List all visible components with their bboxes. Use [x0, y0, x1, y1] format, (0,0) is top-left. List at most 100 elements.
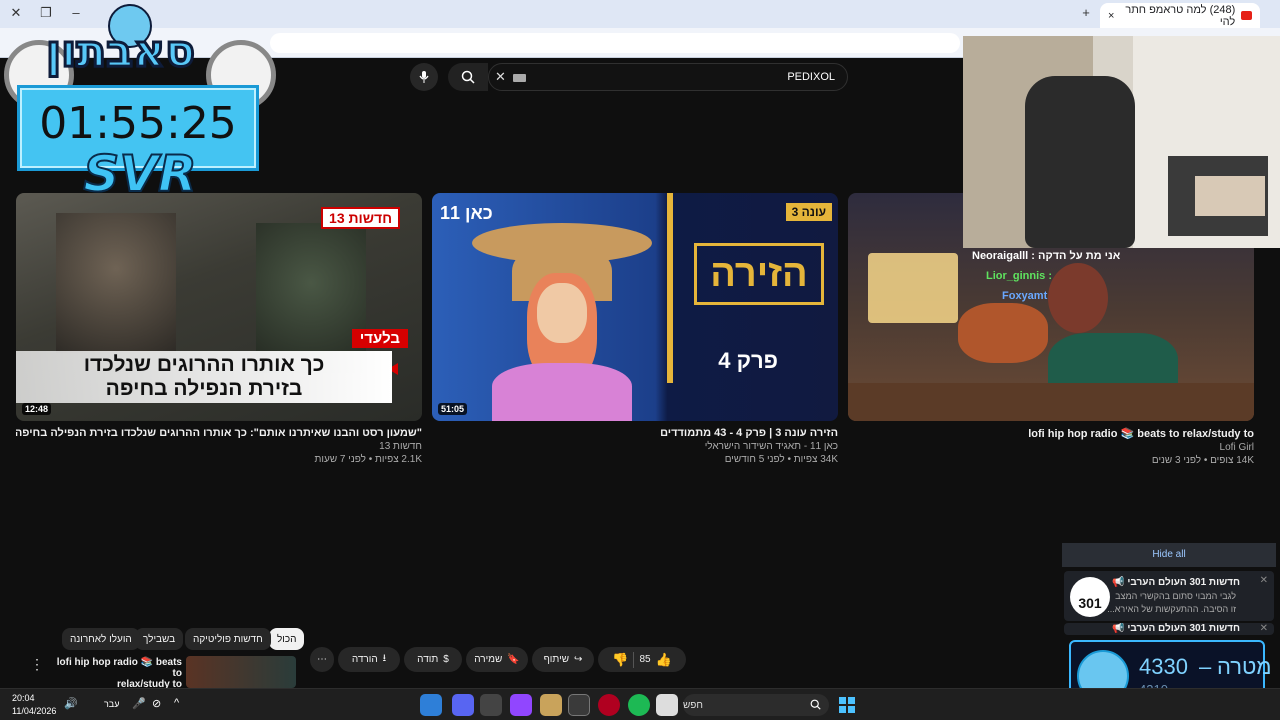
minimize-window-button[interactable]: – [66, 4, 86, 22]
new-tab-button[interactable]: + [1076, 4, 1096, 22]
video-card-2[interactable]: כאן 11 עונה 3 הזירה פרק 4 51:05 הזירה עו… [432, 193, 838, 465]
bookmark-icon: 🔖 [507, 654, 520, 665]
chat-line-3: Foxyamt [1002, 290, 1048, 302]
browser-tab-strip: ✕ ❐ – + × (248) למה טראמפ חתר להי [0, 0, 1280, 28]
tray-chevron-icon[interactable]: ^ [174, 697, 179, 709]
video-title[interactable]: "שמעון רסט והבנו שאיתרנו אותם": כך אותרו… [16, 427, 422, 439]
notification-title: חדשות 301 העולם הערבי 📢 [1112, 623, 1240, 634]
like-count: 85 [639, 654, 651, 665]
chat-line-2: Lior_ginnis : [986, 270, 1052, 282]
taskbar-app-3-icon[interactable] [480, 694, 502, 716]
close-window-button[interactable]: ✕ [6, 4, 26, 22]
video-thumbnail[interactable]: כאן 11 עונה 3 הזירה פרק 4 51:05 [432, 193, 838, 421]
close-tab-icon[interactable]: × [1108, 10, 1114, 22]
stream-logo: סאבתון [44, 25, 196, 79]
video-meta: 34K צפיות • לפני 5 חודשים [724, 454, 838, 465]
thanks-label: תודה [417, 654, 439, 665]
chip-for-you[interactable]: בשבילך [135, 628, 184, 650]
search-input[interactable]: ✕ PEDIXOL [488, 63, 848, 91]
channel-name[interactable]: כאן 11 - תאגיד השידור הישראלי [432, 441, 838, 452]
more-actions-button[interactable]: ⋯ [310, 647, 334, 672]
twitch-icon[interactable] [510, 694, 532, 716]
video-title[interactable]: lofi hip hop radio 📚 beats to relax/stud… [848, 427, 1254, 440]
notification-panel: Hide all 301 חדשות 301 העולם הערבי 📢 לגב… [1062, 543, 1276, 635]
address-bar[interactable] [270, 33, 960, 53]
chrome-icon[interactable] [568, 694, 590, 716]
keyboard-icon[interactable] [513, 74, 526, 82]
dislike-icon[interactable]: 👎 [612, 652, 628, 668]
next-title-line-1: lofi hip hop radio 📚 beats to [56, 657, 182, 679]
save-button[interactable]: שמירה 🔖 [466, 647, 528, 672]
next-video-menu-icon[interactable]: ⋮ [30, 656, 44, 673]
taskbar-search-text: חפש [683, 699, 703, 711]
channel-badge: כאן 11 [440, 203, 493, 223]
notification-item[interactable]: 301 חדשות 301 העולם הערבי 📢 לגבי המבוי ס… [1064, 571, 1274, 621]
video-meta: 14K צופים • לפני 3 שנים [1151, 455, 1254, 466]
hide-all-button[interactable]: Hide all [1062, 543, 1276, 567]
chip-all[interactable]: הכול [269, 628, 305, 650]
goal-target: 4330 [1139, 654, 1188, 679]
spotify-icon[interactable] [628, 694, 650, 716]
channel-name[interactable]: Lofi Girl [848, 442, 1254, 453]
browser-tab[interactable]: × (248) למה טראמפ חתר להי [1100, 3, 1260, 28]
chip-recently-uploaded[interactable]: הועלו לאחרונה [62, 628, 140, 650]
taskbar-app-5-icon[interactable] [540, 694, 562, 716]
taskbar-app-1-icon[interactable] [420, 694, 442, 716]
save-label: שמירה [474, 654, 503, 665]
windows-start-icon[interactable] [836, 694, 858, 716]
taskbar-date[interactable]: 11/04/2026 [12, 706, 56, 716]
next-video-title[interactable]: lofi hip hop radio 📚 beats to relax/stud… [46, 657, 182, 690]
notification-item-2[interactable]: חדשות 301 העולם הערבי 📢 ✕ [1064, 623, 1274, 635]
news-301-logo: 301 [1070, 577, 1110, 617]
clear-search-icon[interactable]: ✕ [495, 69, 506, 85]
like-dislike-group: 👎 85 👍 [598, 647, 686, 672]
subathon-timer: 01:55:25 [39, 98, 237, 149]
file-explorer-icon[interactable] [656, 694, 678, 716]
svr-badge: SVR [82, 144, 197, 204]
channel-name[interactable]: חדשות 13 [16, 441, 422, 452]
share-button[interactable]: שיתוף ↪ [532, 647, 594, 672]
voice-search-button[interactable] [410, 63, 438, 91]
headline-line-2: בזירת הנפילה בחיפה [105, 377, 303, 400]
obs-icon[interactable] [598, 694, 620, 716]
video-card-1[interactable]: חדשות 13 בלעדי כך אותרו ההרוגים שנלכדו ב… [16, 193, 422, 465]
discord-icon[interactable] [452, 694, 474, 716]
notification-close-icon[interactable]: ✕ [1260, 623, 1268, 634]
language-indicator[interactable]: עבר [104, 699, 119, 709]
video-thumbnail[interactable]: חדשות 13 בלעדי כך אותרו ההרוגים שנלכדו ב… [16, 193, 422, 421]
video-title[interactable]: הזירה עונה 3 | פרק 4 - 43 מתמודדים [432, 427, 838, 439]
search-icon [810, 699, 821, 710]
thumbnail-headline: כך אותרו ההרוגים שנלכדו בזירת הנפילה בחי… [16, 351, 392, 403]
episode-label: פרק 4 [718, 348, 778, 373]
taskbar-time[interactable]: 20:04 [12, 693, 35, 703]
download-icon: ⭳ [382, 653, 387, 664]
maximize-window-button[interactable]: ❐ [36, 4, 56, 22]
notification-close-icon[interactable]: ✕ [1260, 575, 1268, 586]
chat-line-1: אני מת על הדקה : Neoraigalll [972, 250, 1121, 262]
like-icon[interactable]: 👍 [656, 652, 672, 668]
notification-body-1: לגבי המבוי סתום בהקשרי המצב [1115, 591, 1236, 601]
more-icon: ⋯ [317, 654, 327, 665]
video-duration: 12:48 [22, 403, 52, 415]
tab-title: (248) למה טראמפ חתר להי [1125, 3, 1236, 28]
notification-body-2: זו הסיבה. ההתעקשות של האירא... [1107, 604, 1236, 614]
next-video-thumbnail[interactable] [186, 656, 296, 688]
download-label: הורדה [351, 654, 378, 665]
mic-tray-icon[interactable]: 🎤 [132, 697, 146, 710]
season-badge: עונה 3 [785, 203, 832, 221]
thanks-icon: $ [443, 654, 449, 665]
headline-line-1: כך אותרו ההרוגים שנלכדו [83, 353, 325, 376]
exclusive-tag: בלעדי [351, 329, 408, 348]
download-button[interactable]: הורדה ⭳ [338, 647, 400, 672]
share-label: שיתוף [543, 654, 570, 665]
mic-icon [419, 71, 429, 83]
webcam-feed [963, 36, 1280, 248]
volume-icon[interactable]: 🔊 [64, 697, 78, 710]
goal-dash: – [1199, 654, 1212, 679]
search-button[interactable] [448, 63, 488, 91]
network-icon[interactable]: ⊘ [152, 697, 161, 710]
chip-politics-news[interactable]: חדשות פוליטיקה [185, 628, 271, 650]
youtube-icon [1241, 11, 1252, 20]
taskbar-search[interactable]: חפש [683, 694, 829, 716]
thanks-button[interactable]: תודה $ [404, 647, 462, 672]
